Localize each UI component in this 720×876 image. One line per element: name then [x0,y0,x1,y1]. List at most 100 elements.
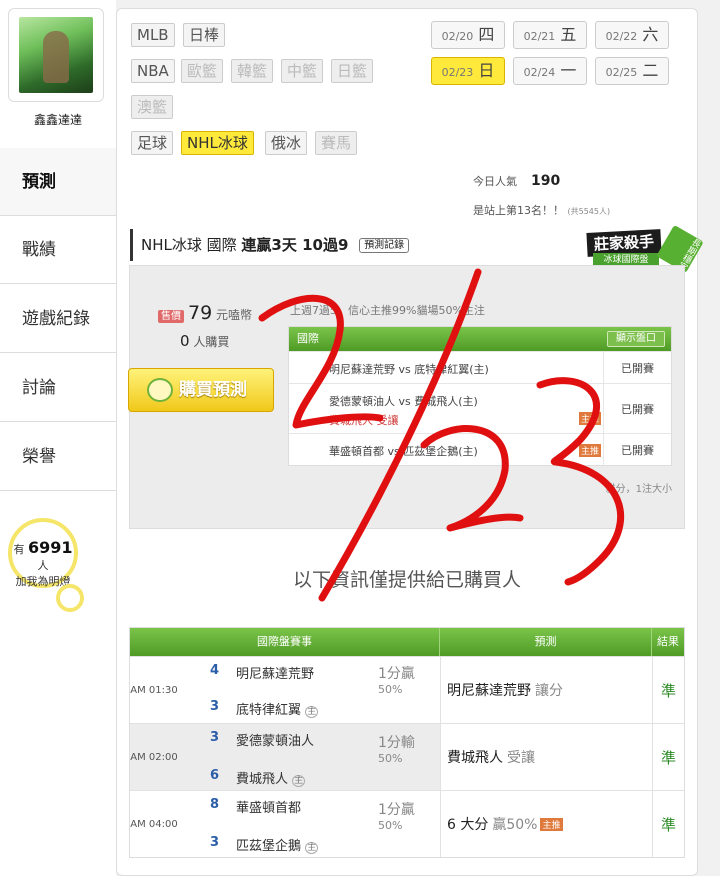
home-team-name: 底特律紅翼 [236,703,302,718]
buyers: 0 人購買 [180,332,229,350]
league-mlb[interactable]: MLB [131,23,175,47]
buy-prediction-button[interactable]: 購買預測 [128,368,274,412]
league-cn-basketball[interactable]: 中籃 [281,59,324,83]
date-md: 02/23 [441,66,474,79]
main-pick-pill: 主推 [540,817,563,831]
sidebar-item-predict[interactable]: 預測 [0,148,116,216]
fan-unit: 人 [37,559,49,572]
odds-percent: 50% [378,819,403,832]
locked-row-pill: 主推 [578,412,601,425]
header-result: 結果 [657,635,679,648]
game-time: AM 02:00 [130,751,178,763]
date-md: 02/21 [523,30,556,43]
result: 準 [652,791,684,857]
locked-row-status: 已開賽 [603,434,671,465]
locked-note: 貓分，1注大小 [605,484,672,495]
date-md: 02/24 [523,66,556,79]
username[interactable]: 鑫鑫達達 [0,111,116,128]
locked-row-sub: 費城飛人 受讓 [329,414,399,427]
home-team: 費城飛人 主 [236,768,306,787]
odds-percent: 50% [378,683,403,696]
matchup: 3 愛德蒙頓油人 6 費城飛人 主 1分輸 50% [178,724,440,790]
fan-bulb[interactable]: 有 6991 人 加我為明燈 [8,518,78,588]
result: 準 [652,724,684,790]
avatar-frame[interactable] [8,8,104,102]
title-streak: 連贏3天 10過9 [241,236,349,254]
date-0224[interactable]: 02/24 一 [513,57,587,85]
price: 售價 79 元嗑幣 [158,302,252,324]
home-team: 匹茲堡企鵝 主 [236,835,319,854]
locked-row-pill: 主推 [578,444,601,457]
buy-label: 購買預測 [179,380,247,400]
prediction: 明尼蘇達荒野 讓分 [440,657,652,723]
away-score: 3 [210,730,220,745]
header-games: 國際盤賽事 [130,628,440,656]
matchup: 4 明尼蘇達荒野 3 底特律紅翼 主 1分贏 50% [178,657,440,723]
odds-percent: 50% [378,752,403,765]
today-popularity: 今日人氣 190 [473,173,560,189]
rank-text: 是站上第13名！！ [473,204,564,217]
league-soccer[interactable]: 足球 [131,131,174,155]
home-score: 6 [210,768,220,783]
sidebar-item-honor[interactable]: 榮譽 [0,423,116,491]
sidebar-item-game-log[interactable]: 遊戲紀錄 [0,285,116,353]
home-mark: 主 [305,706,319,718]
results-table: 國際盤賽事 預測 結果 AM 01:30 4 明尼蘇達荒野 3 底特律紅翼 主 … [129,627,685,858]
locked-row-text: 明尼蘇達荒野 vs 底特律紅翼(主) [329,363,489,376]
away-score: 4 [210,663,220,678]
locked-row-status: 已開賽 [603,352,671,383]
date-weekday: 日 [478,61,495,80]
results-header: 國際盤賽事 預測 結果 [130,628,684,656]
date-0220[interactable]: 02/20 四 [431,21,505,49]
date-weekday: 一 [560,61,577,80]
home-team-name: 費城飛人 [236,772,289,787]
game-time: AM 01:30 [130,684,178,696]
game-time: AM 04:00 [130,818,178,830]
locked-row: 愛德蒙頓油人 vs 費城飛人(主) 費城飛人 受讓 主推 已開賽 [289,383,671,433]
date-weekday: 四 [478,25,495,44]
fan-count: 6991 [27,538,73,557]
league-nba[interactable]: NBA [131,59,175,83]
date-weekday: 六 [642,25,659,44]
locked-row-text: 華盛頓首都 vs 匹茲堡企鵝(主) [329,445,478,458]
date-md: 02/22 [605,30,638,43]
home-mark: 主 [292,775,306,787]
locked-table-title: 國際 [297,332,319,345]
table-row: AM 04:00 8 華盛頓首都 3 匹茲堡企鵝 主 1分贏 50% 6 大分贏… [130,790,684,857]
league-nhl[interactable]: NHL冰球 [181,131,254,155]
prediction-summary: 上週7過5，信心主推99%貓場50%主注 [290,304,485,317]
home-team-name: 匹茲堡企鵝 [236,839,302,854]
league-eu-basketball[interactable]: 歐籃 [181,59,224,83]
purchased-only-notice: 以下資訊僅提供給已購買人 [292,569,521,591]
sidebar-item-discussion[interactable]: 討論 [0,354,116,422]
date-0225[interactable]: 02/25 二 [595,57,669,85]
date-0221[interactable]: 02/21 五 [513,21,587,49]
odds: 1分贏 [378,666,415,682]
locked-table-header: 國際 顯示盤口 [289,327,671,351]
popularity-label: 今日人氣 [473,175,517,188]
price-value: 79 [188,302,213,324]
coin-icon [147,378,173,402]
show-odds-button[interactable]: 顯示盤口 [607,331,665,347]
prediction-title: NHL冰球 國際 連贏3天 10過9 預測記錄 [130,229,570,261]
date-weekday: 五 [560,25,577,44]
prediction: 6 大分 贏50% 主推 [440,791,652,857]
away-team: 明尼蘇達荒野 [236,667,315,682]
date-0222[interactable]: 02/22 六 [595,21,669,49]
sidebar-item-record[interactable]: 戰績 [0,216,116,284]
avatar[interactable] [19,17,93,93]
date-0223[interactable]: 02/23 日 [431,57,505,85]
league-jpn-baseball[interactable]: 日棒 [183,23,226,47]
popularity-value: 190 [531,173,561,189]
locked-row: 華盛頓首都 vs 匹茲堡企鵝(主) 主推 已開賽 [289,433,671,465]
league-kr-basketball[interactable]: 韓籃 [231,59,274,83]
league-jp-basketball[interactable]: 日籃 [331,59,374,83]
result: 準 [652,657,684,723]
league-horse-racing[interactable]: 賽馬 [315,131,358,155]
main-panel: MLB 日棒 NBA 歐籃 韓籃 中籃 日籃 澳籃 足球 NHL冰球 俄冰 賽馬… [116,8,704,876]
away-team: 華盛頓首都 [236,801,302,816]
fan-prefix: 有 [13,543,25,556]
league-au-basketball[interactable]: 澳籃 [131,95,174,119]
league-ru-hockey[interactable]: 俄冰 [265,131,308,155]
record-button[interactable]: 預測記錄 [359,237,410,253]
